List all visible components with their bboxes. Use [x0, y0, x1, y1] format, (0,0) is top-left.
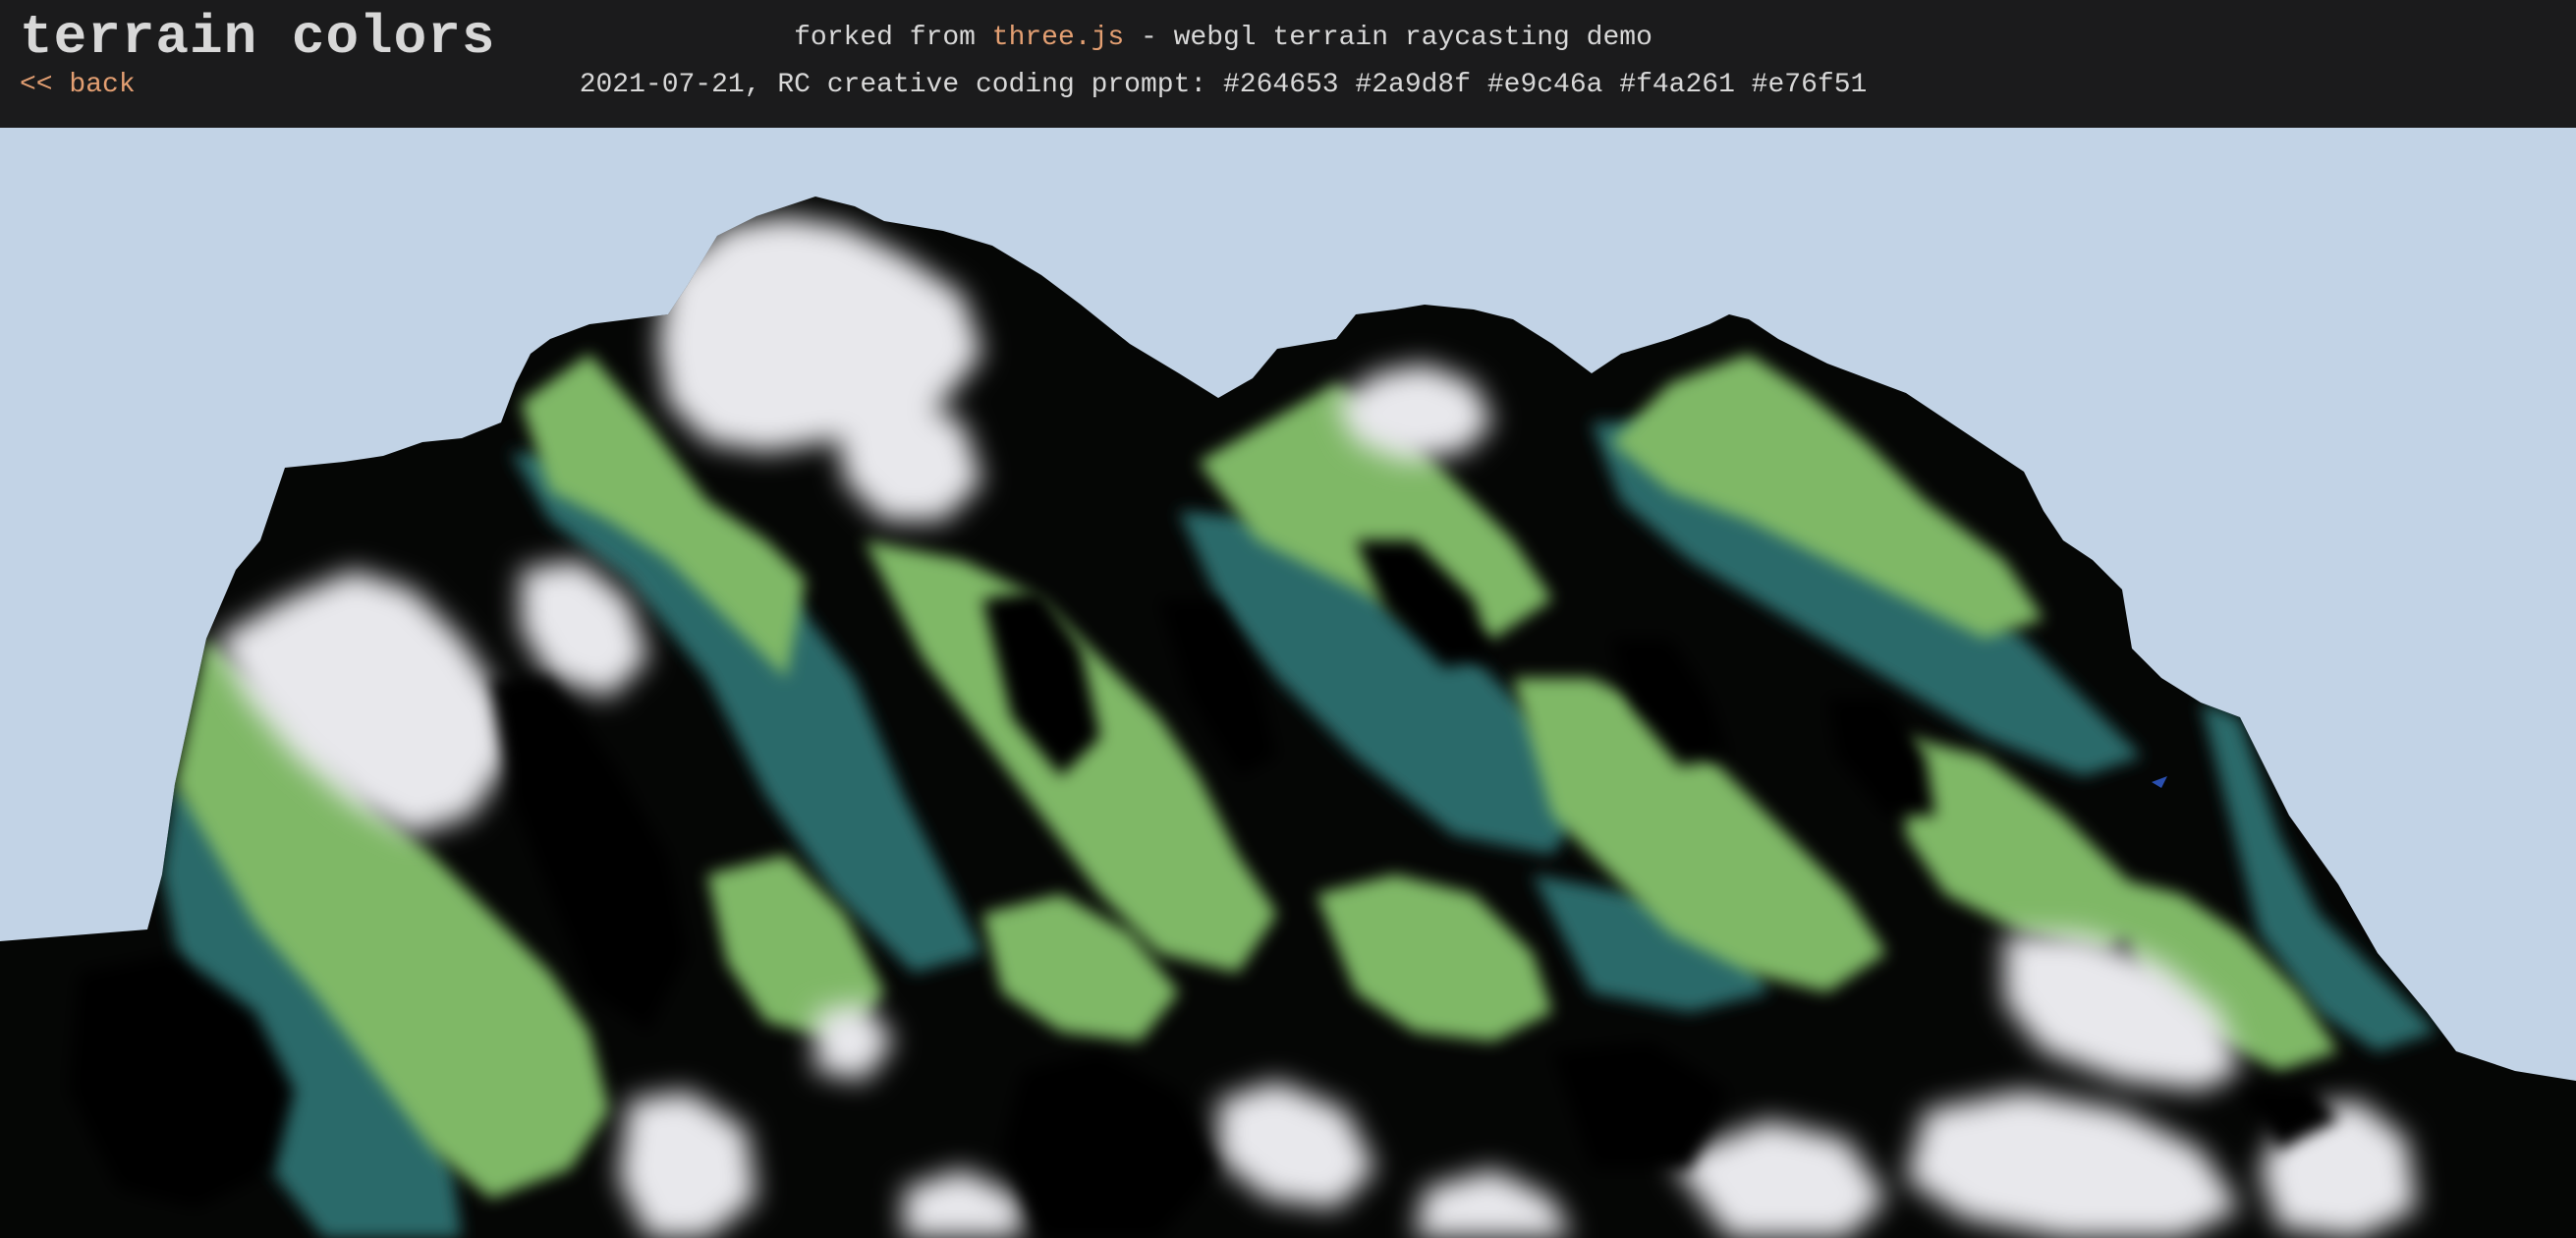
- forked-suffix: - webgl terrain raycasting demo: [1124, 23, 1652, 53]
- forked-from-line: forked from three.js - webgl terrain ray…: [0, 22, 2446, 55]
- prompt-line: 2021-07-21, RC creative coding prompt: #…: [579, 70, 1868, 100]
- forked-prefix: forked from: [794, 23, 992, 53]
- header-bar: terrain colors << back forked from three…: [0, 0, 2576, 128]
- webgl-terrain-canvas[interactable]: [0, 128, 2576, 1238]
- threejs-link[interactable]: three.js: [992, 23, 1124, 53]
- terrain-render: [0, 197, 2576, 1238]
